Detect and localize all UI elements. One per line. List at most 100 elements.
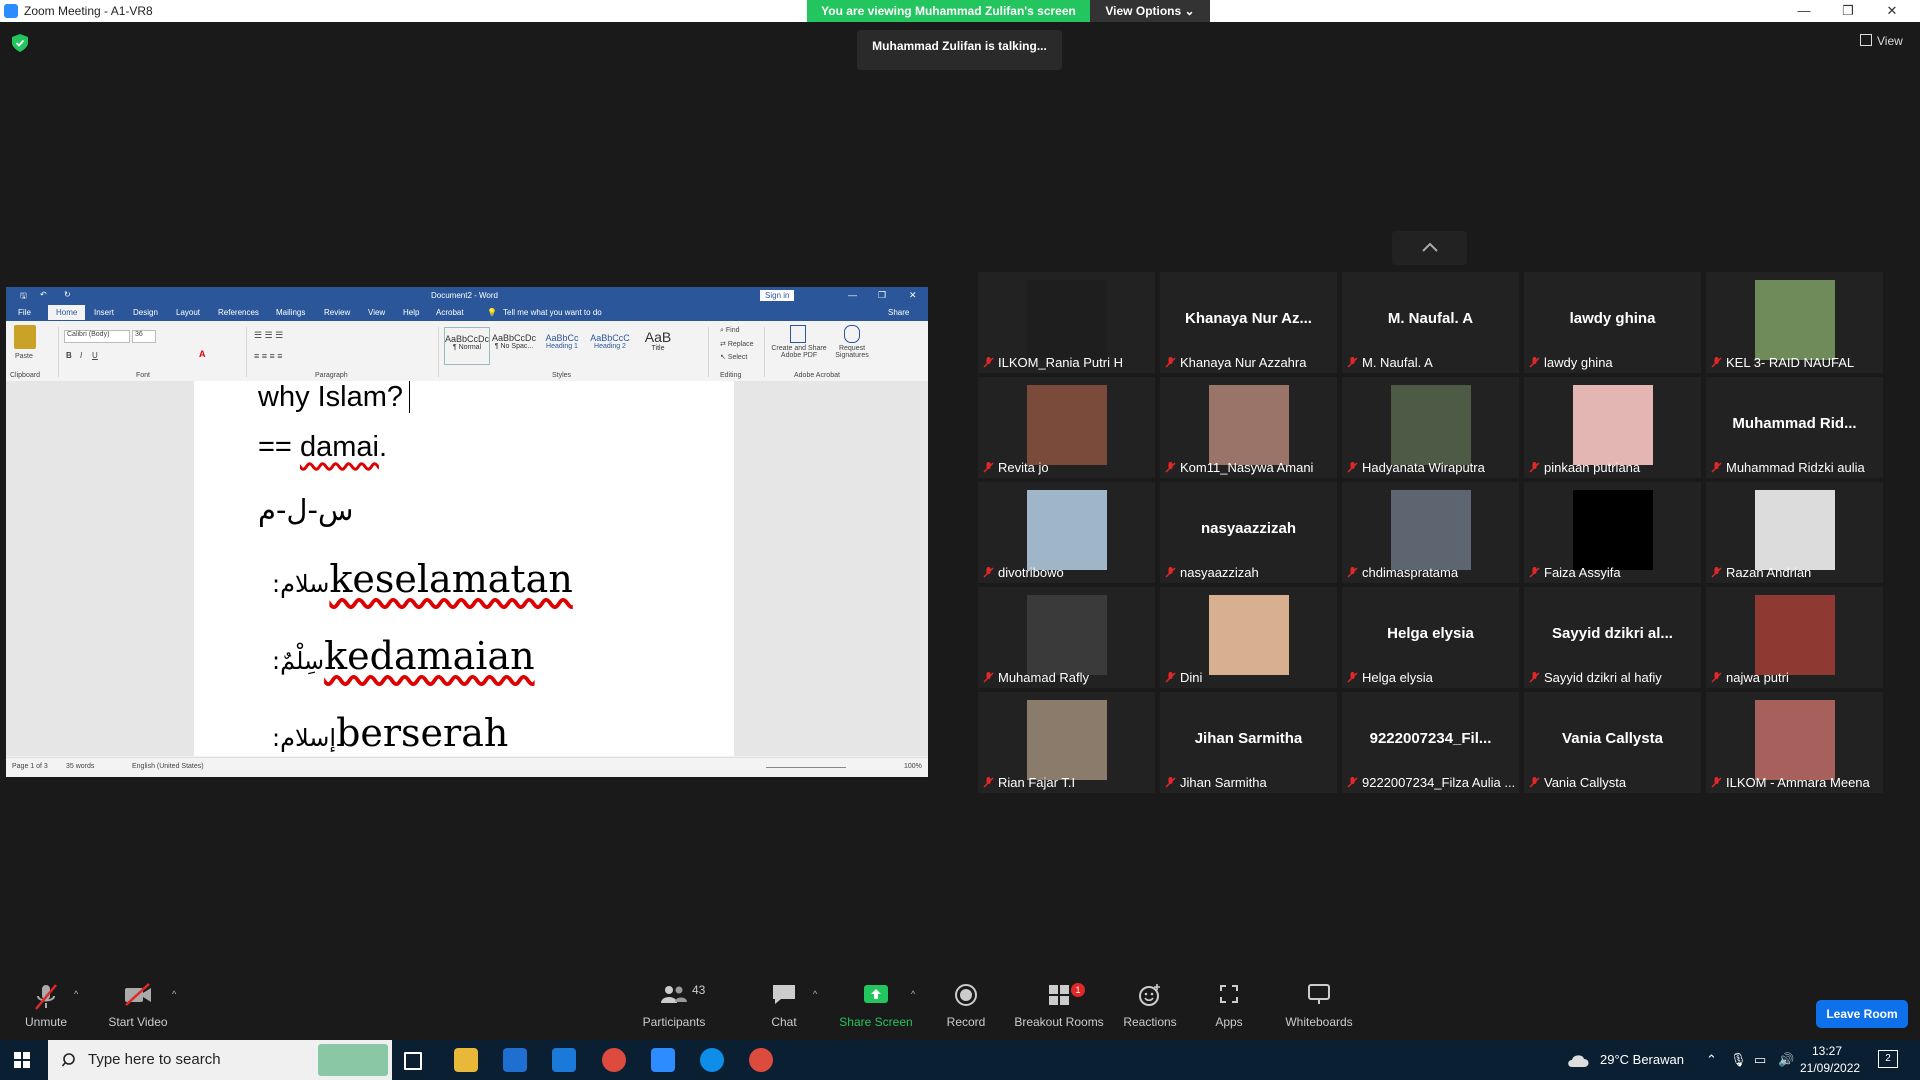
breakout-rooms-button[interactable]: 1 Breakout Rooms xyxy=(1012,975,1106,1040)
participant-tile[interactable]: ILKOM_Rania Putri H xyxy=(978,272,1155,373)
paste-label: Paste xyxy=(15,353,33,360)
store-icon[interactable] xyxy=(503,1048,527,1072)
participant-tile[interactable]: Muhamad Rafly xyxy=(978,587,1155,688)
participant-name: Vania Callysta xyxy=(1544,775,1627,790)
participant-name: Jihan Sarmitha xyxy=(1180,775,1267,790)
weather-text[interactable]: 29°C Berawan xyxy=(1600,1052,1684,1067)
leave-room-button[interactable]: Leave Room xyxy=(1816,1000,1908,1028)
chat-options-caret[interactable]: ^ xyxy=(813,989,817,999)
video-options-caret[interactable]: ^ xyxy=(172,989,176,999)
participant-tile[interactable]: Hadyanata Wiraputra xyxy=(1342,377,1519,478)
reactions-icon xyxy=(1139,984,1160,1006)
teamviewer-icon[interactable] xyxy=(700,1048,724,1072)
participant-tile[interactable]: Muhammad Rid... Muhammad Ridzki aulia xyxy=(1706,377,1883,478)
zoom-taskbar-icon[interactable] xyxy=(651,1048,675,1072)
participant-photo xyxy=(1754,280,1835,360)
participant-tile[interactable]: Faiza Assyifa xyxy=(1524,482,1701,583)
participant-tile[interactable]: pinkaan putriana xyxy=(1524,377,1701,478)
ribbon-divider xyxy=(438,327,439,377)
muted-mic-icon xyxy=(1711,672,1722,683)
whiteboards-button[interactable]: Whiteboards xyxy=(1280,975,1358,1040)
start-video-button[interactable]: Start Video xyxy=(104,975,172,1040)
clock-date[interactable]: 21/09/2022 xyxy=(1800,1061,1860,1075)
audio-options-caret[interactable]: ^ xyxy=(74,989,78,999)
undo-icon: ↶ xyxy=(40,290,47,299)
participant-tile[interactable]: KEL 3- RAID NAUFAL xyxy=(1706,272,1883,373)
redo-icon: ↻ xyxy=(64,290,71,299)
participant-tile[interactable]: chdimaspratama xyxy=(1342,482,1519,583)
participant-tile[interactable]: Jihan Sarmitha Jihan Sarmitha xyxy=(1160,692,1337,793)
chevron-down-icon: ⌄ xyxy=(1184,4,1195,18)
word-titlebar: 🖫 ↶ ↻ Document2 - Word Sign in — ❐ ✕ xyxy=(6,287,928,305)
participant-tile[interactable]: Khanaya Nur Az... Khanaya Nur Azzahra xyxy=(1160,272,1337,373)
participant-tile[interactable]: Kom11_Nasywa Amani xyxy=(1160,377,1337,478)
reactions-button[interactable]: Reactions xyxy=(1122,975,1178,1040)
view-layout-button[interactable]: View xyxy=(1860,34,1903,48)
participant-tile[interactable]: 9222007234_Fil... 9222007234_Filza Aulia … xyxy=(1342,692,1519,793)
clock-time[interactable]: 13:27 xyxy=(1812,1044,1842,1058)
share-options-caret[interactable]: ^ xyxy=(911,989,915,999)
unmute-button[interactable]: Unmute xyxy=(16,975,76,1040)
italic-icon: I xyxy=(80,351,83,360)
chat-button[interactable]: Chat xyxy=(756,975,812,1040)
chat-label: Chat xyxy=(771,1015,797,1029)
participant-photo xyxy=(1208,385,1289,465)
muted-mic-icon xyxy=(1165,672,1176,683)
windows-taskbar: Type here to search 29°C Berawan ⌃ 🎙 ▭ 🔊… xyxy=(0,1040,1920,1080)
tray-chevron-up-icon[interactable]: ⌃ xyxy=(1706,1052,1717,1068)
cursor-icon: ↖ xyxy=(720,354,728,361)
participant-tile[interactable]: Razan Andrian xyxy=(1706,482,1883,583)
participant-tile[interactable]: Revita jo xyxy=(978,377,1155,478)
style-normal: AaBbCcDc ¶ Normal xyxy=(444,327,490,365)
chrome-icon[interactable] xyxy=(602,1048,626,1072)
mail-icon[interactable] xyxy=(552,1048,576,1072)
encryption-shield-icon[interactable] xyxy=(12,34,28,52)
participant-tile[interactable]: Vania Callysta Vania Callysta xyxy=(1524,692,1701,793)
participant-photo xyxy=(1026,490,1107,570)
tray-microphone-icon[interactable]: 🎙 xyxy=(1730,1052,1747,1068)
muted-mic-icon xyxy=(1711,777,1722,788)
search-placeholder: Type here to search xyxy=(88,1051,221,1068)
file-explorer-icon[interactable] xyxy=(454,1048,478,1072)
maximize-button[interactable]: ❐ xyxy=(1826,0,1870,22)
participant-tile[interactable]: ILKOM - Ammara Meena xyxy=(1706,692,1883,793)
participant-tile[interactable]: nasyaazzizah nasyaazzizah xyxy=(1160,482,1337,583)
notification-center-icon[interactable]: 2 xyxy=(1878,1050,1898,1068)
replace-icon: ⇄ xyxy=(720,341,728,348)
participant-tile[interactable]: Helga elysia Helga elysia xyxy=(1342,587,1519,688)
participant-tile[interactable]: divotribowo xyxy=(978,482,1155,583)
participant-name: divotribowo xyxy=(998,565,1064,580)
muted-mic-icon xyxy=(1711,357,1722,368)
participant-display-name: Vania Callysta xyxy=(1562,730,1663,747)
volume-icon[interactable]: 🔊 xyxy=(1778,1052,1794,1068)
participant-tile[interactable]: Sayyid dzikri al... Sayyid dzikri al hafi… xyxy=(1524,587,1701,688)
chevron-up-icon xyxy=(1422,242,1438,252)
muted-mic-icon xyxy=(1711,462,1722,473)
minimize-button[interactable]: — xyxy=(1782,0,1826,22)
breakout-rooms-icon xyxy=(1049,985,1069,1005)
participant-tile[interactable]: Dini xyxy=(1160,587,1337,688)
participant-tile[interactable]: lawdy ghina lawdy ghina xyxy=(1524,272,1701,373)
word-ribbon: Paste Clipboard Calibri (Body) 36 B I U … xyxy=(6,321,928,382)
network-icon[interactable]: ▭ xyxy=(1754,1052,1766,1068)
group-styles: Styles xyxy=(552,372,572,379)
close-button[interactable]: ✕ xyxy=(1870,0,1914,22)
participants-button[interactable]: 43 Participants xyxy=(636,975,712,1040)
gallery-collapse-button[interactable] xyxy=(1392,231,1467,265)
pdf-icon xyxy=(790,325,806,343)
view-options-button[interactable]: View Options ⌄ xyxy=(1090,0,1210,22)
apps-button[interactable]: Apps xyxy=(1208,975,1250,1040)
share-screen-icon xyxy=(864,985,888,1003)
participant-tile[interactable]: najwa putri xyxy=(1706,587,1883,688)
record-button[interactable]: Record xyxy=(940,975,992,1040)
record-icon xyxy=(955,984,977,1006)
word-statusbar: Page 1 of 3 35 words English (United Sta… xyxy=(6,757,928,777)
participant-tile[interactable]: M. Naufal. A M. Naufal. A xyxy=(1342,272,1519,373)
share-screen-button[interactable]: Share Screen xyxy=(836,975,916,1040)
chrome-icon-2[interactable] xyxy=(749,1048,773,1072)
windows-start-icon[interactable] xyxy=(14,1052,30,1068)
muted-mic-icon xyxy=(1347,462,1358,473)
participant-tile[interactable]: Rian Fajar T.I xyxy=(978,692,1155,793)
taskbar-search-box[interactable]: Type here to search xyxy=(48,1040,392,1080)
task-view-icon[interactable] xyxy=(404,1052,422,1070)
